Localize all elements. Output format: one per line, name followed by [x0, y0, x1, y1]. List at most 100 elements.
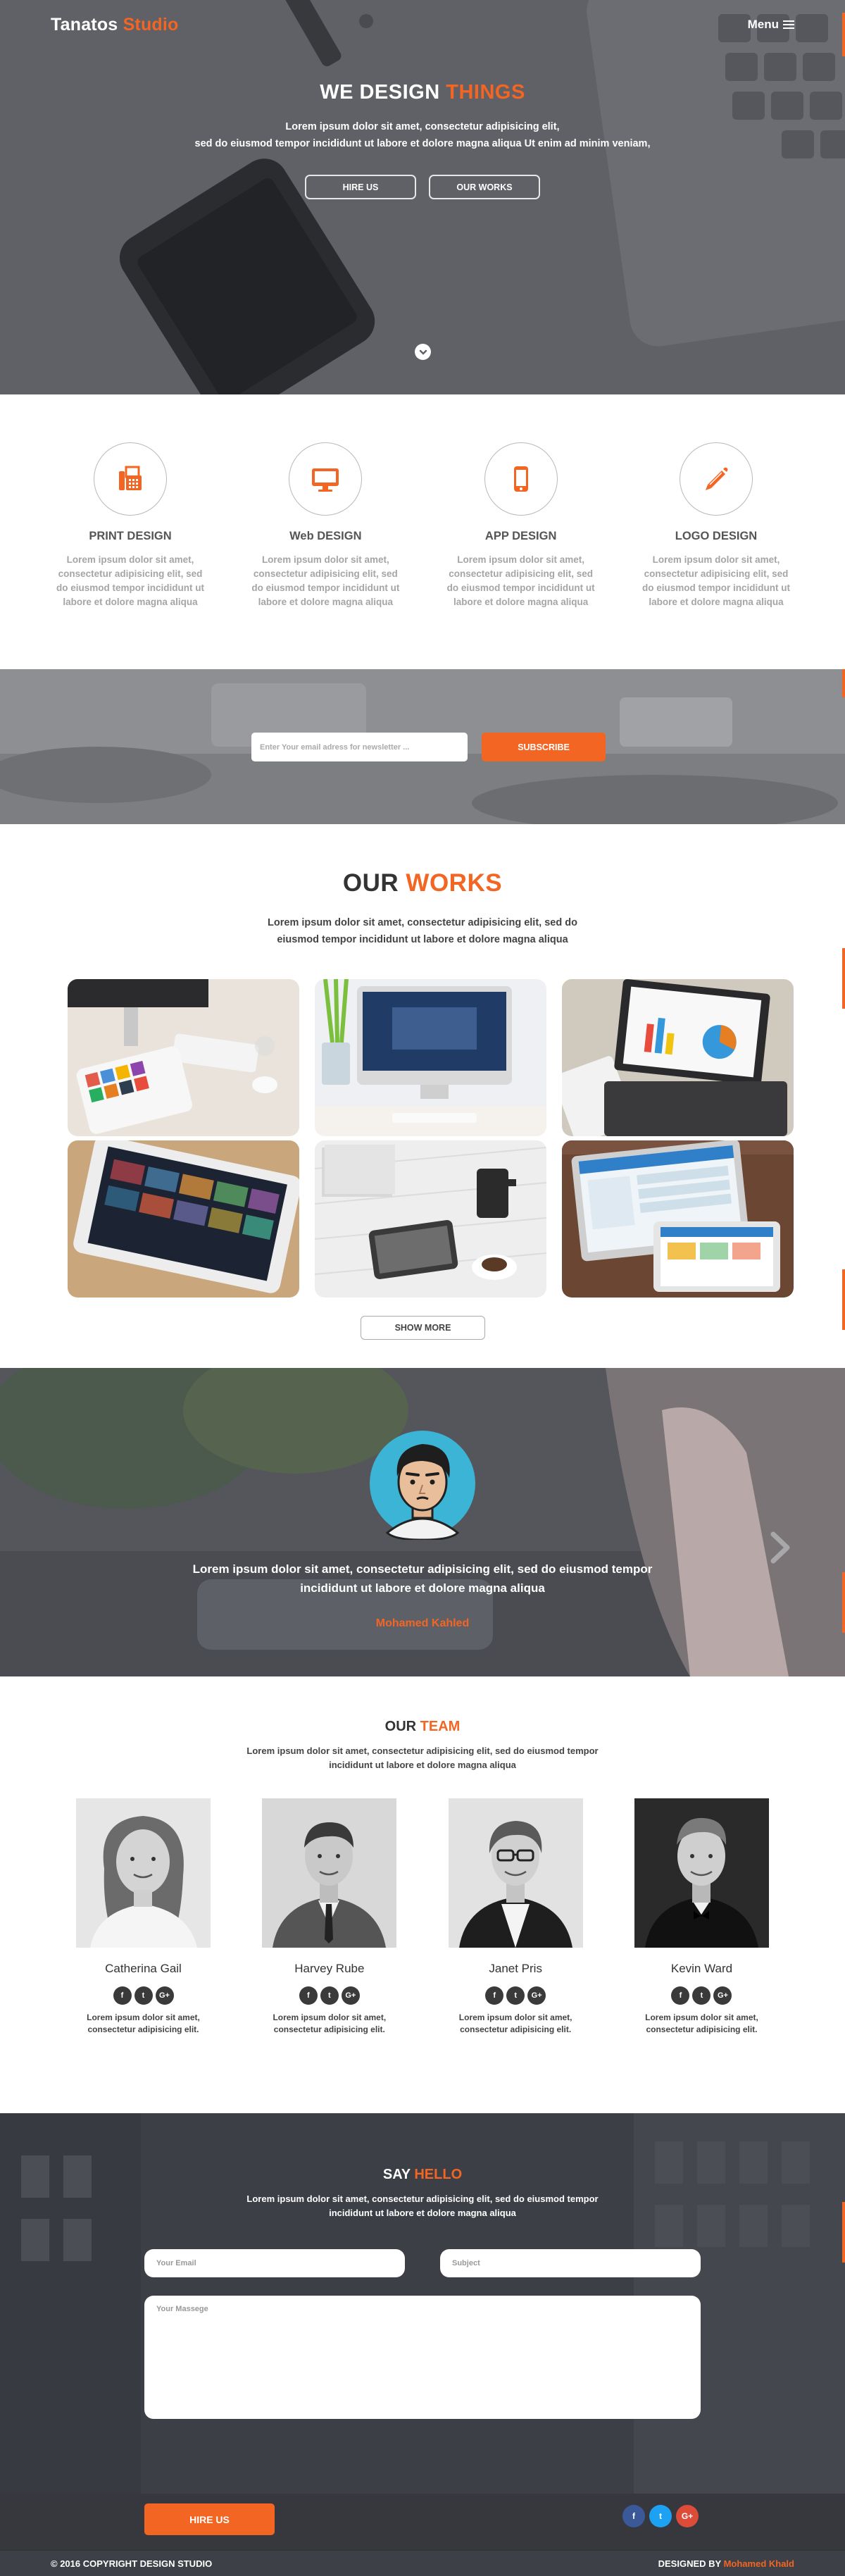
works-intro-line1: Lorem ipsum dolor sit amet, consectetur … [268, 917, 577, 928]
team-member: Janet Pris f t G+ Lorem ipsum dolor sit … [448, 1798, 583, 2036]
contact-social-links: f t G+ [622, 2505, 699, 2527]
copyright-text: © 2016 COPYRIGHT DESIGN STUDIO [51, 2558, 213, 2569]
mobile-icon [513, 466, 528, 492]
member-photo [634, 1798, 769, 1948]
hero-content: WE DESIGN THINGS Lorem ipsum dolor sit a… [0, 81, 845, 199]
twitter-icon[interactable]: t [692, 1986, 711, 2005]
team-intro-line1: Lorem ipsum dolor sit amet, consectetur … [246, 1746, 599, 1756]
pencil-icon [705, 467, 728, 490]
testimonial-quote: Lorem ipsum dolor sit amet, consectetur … [0, 1560, 845, 1598]
team-section: OUR TEAM Lorem ipsum dolor sit amet, con… [0, 1676, 845, 2113]
twitter-icon[interactable]: t [506, 1986, 525, 2005]
service-icon-circle [289, 442, 363, 516]
works-section: OUR WORKS Lorem ipsum dolor sit amet, co… [0, 824, 845, 1368]
google-plus-icon[interactable]: G+ [527, 1986, 546, 2005]
service-desc-line: labore et dolore magna aliqua [453, 597, 589, 607]
twitter-icon[interactable]: t [649, 2505, 672, 2527]
work-item[interactable] [562, 1140, 794, 1298]
fax-icon [119, 466, 142, 490]
service-description: Lorem ipsum dolor sit amet, consectetur … [439, 553, 603, 609]
member-social-links: f t G+ [262, 1986, 396, 2005]
designer-link[interactable]: Mohamed Khald [724, 2558, 794, 2569]
contact-title: SAY HELLO [0, 2167, 845, 2183]
work-image [68, 979, 299, 1136]
submit-hire-us-button[interactable]: HIRE US [144, 2503, 275, 2535]
menu-button[interactable]: Menu [748, 18, 794, 32]
member-bio-line: Lorem ipsum dolor sit amet, [458, 2012, 572, 2022]
twitter-icon[interactable]: t [134, 1986, 153, 2005]
works-intro: Lorem ipsum dolor sit amet, consectetur … [0, 914, 845, 948]
services-grid: PRINT DESIGN Lorem ipsum dolor sit amet,… [48, 442, 799, 609]
hero-title: WE DESIGN THINGS [0, 81, 845, 104]
google-plus-icon[interactable]: G+ [713, 1986, 732, 2005]
service-desc-line: consectetur adipisicing elit, sed [253, 568, 398, 579]
edge-accent [842, 1572, 845, 1633]
service-logo-design: LOGO DESIGN Lorem ipsum dolor sit amet, … [634, 442, 799, 609]
newsletter-form: SUBSCRIBE [251, 733, 606, 761]
service-title: PRINT DESIGN [89, 530, 172, 542]
service-description: Lorem ipsum dolor sit amet, consectetur … [634, 553, 799, 609]
hero-section: Tanatos Studio Menu WE DESIGN THINGS Lor… [0, 0, 845, 394]
google-plus-icon[interactable]: G+ [155, 1986, 174, 2005]
service-desc-line: Lorem ipsum dolor sit amet, [457, 554, 585, 565]
facebook-icon[interactable]: f [299, 1986, 318, 2005]
service-web-design: Web DESIGN Lorem ipsum dolor sit amet, c… [243, 442, 408, 609]
service-desc-line: labore et dolore magna aliqua [649, 597, 784, 607]
team-title: OUR TEAM [0, 1719, 845, 1735]
member-bio: Lorem ipsum dolor sit amet, consectetur … [76, 2012, 211, 2036]
works-title: OUR WORKS [0, 869, 845, 897]
edge-accent [842, 2202, 845, 2263]
team-title-accent: TEAM [420, 1719, 461, 1734]
brand-name: Tanatos [51, 14, 118, 35]
facebook-icon[interactable]: f [622, 2505, 645, 2527]
member-bio-line: Lorem ipsum dolor sit amet, [645, 2012, 758, 2022]
brand-logo[interactable]: Tanatos Studio [51, 15, 179, 35]
team-members: Catherina Gail f t G+ Lorem ipsum dolor … [76, 1798, 769, 2036]
service-icon-circle [94, 442, 167, 516]
service-title: LOGO DESIGN [675, 530, 758, 542]
work-image [68, 1140, 299, 1298]
designer-credit: DESIGNED BY Mohamed Khald [658, 2558, 794, 2569]
service-desc-line: consectetur adipisicing elit, sed [449, 568, 594, 579]
work-item[interactable] [68, 1140, 299, 1298]
hire-us-button[interactable]: HIRE US [305, 175, 416, 199]
hamburger-icon [783, 20, 794, 29]
facebook-icon[interactable]: f [113, 1986, 132, 2005]
our-works-button[interactable]: OUR WORKS [429, 175, 540, 199]
chevron-down-icon [419, 349, 427, 355]
show-more-button[interactable]: SHOW MORE [361, 1316, 485, 1340]
testimonial-author: Mohamed Kahled [375, 1617, 470, 1629]
subject-field[interactable] [440, 2249, 701, 2277]
work-item[interactable] [68, 979, 299, 1136]
twitter-icon[interactable]: t [320, 1986, 339, 2005]
facebook-icon[interactable]: f [485, 1986, 504, 2005]
work-item[interactable] [315, 979, 546, 1136]
email-field[interactable] [144, 2249, 405, 2277]
google-plus-icon[interactable]: G+ [341, 1986, 360, 2005]
team-intro-line2: incididunt ut labore et dolore magna ali… [329, 1760, 516, 1770]
member-social-links: f t G+ [449, 1986, 583, 2005]
member-photo [448, 1798, 583, 1948]
menu-label: Menu [747, 18, 779, 31]
scroll-down-button[interactable] [415, 344, 431, 360]
newsletter-section: SUBSCRIBE [0, 669, 845, 824]
work-item[interactable] [315, 1140, 546, 1298]
team-member: Catherina Gail f t G+ Lorem ipsum dolor … [76, 1798, 211, 2036]
service-desc-line: do eiusmod tempor incididunt ut [56, 583, 204, 593]
google-plus-icon[interactable]: G+ [676, 2505, 699, 2527]
contact-section: SAY HELLO Lorem ipsum dolor sit amet, co… [0, 2113, 845, 2550]
chevron-right-icon[interactable] [766, 1530, 794, 1565]
service-title: APP DESIGN [484, 530, 557, 542]
newsletter-email-input[interactable] [251, 733, 468, 761]
subscribe-button[interactable]: SUBSCRIBE [482, 733, 606, 761]
service-desc-line: do eiusmod tempor incididunt ut [251, 583, 400, 593]
hero-subtitle-line1: Lorem ipsum dolor sit amet, consectetur … [285, 121, 560, 132]
contact-intro-line1: Lorem ipsum dolor sit amet, consectetur … [246, 2194, 599, 2204]
client-avatar [370, 1431, 475, 1540]
work-item[interactable] [562, 979, 794, 1136]
facebook-icon[interactable]: f [671, 1986, 690, 2005]
edge-accent [842, 13, 845, 56]
service-desc-line: Lorem ipsum dolor sit amet, [66, 554, 194, 565]
message-field[interactable] [144, 2296, 701, 2419]
edge-accent [842, 948, 845, 1009]
